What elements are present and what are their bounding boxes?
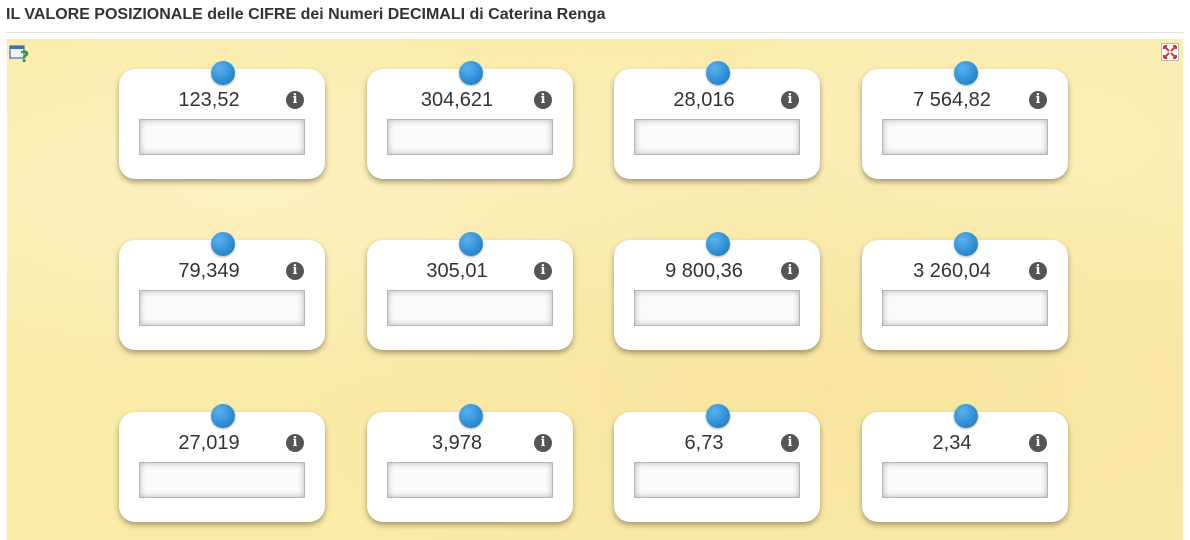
title-segment: dei Numeri: [300, 6, 384, 23]
decimal-number: 123,52: [178, 89, 240, 111]
decimal-number: 305,01: [426, 260, 488, 282]
info-icon[interactable]: i: [1029, 434, 1047, 452]
info-icon[interactable]: i: [781, 91, 799, 109]
info-icon[interactable]: i: [1029, 262, 1047, 280]
answer-input[interactable]: [882, 462, 1048, 498]
number-card: 27,019 i: [119, 404, 325, 522]
answer-input[interactable]: [882, 290, 1048, 326]
answer-input[interactable]: [139, 290, 305, 326]
decimal-number: 6,73: [684, 432, 724, 454]
pin-icon: [706, 61, 730, 85]
answer-input[interactable]: [387, 290, 553, 326]
info-icon[interactable]: i: [1029, 91, 1047, 109]
info-icon[interactable]: i: [781, 262, 799, 280]
decimal-number: 27,019: [178, 432, 240, 454]
pin-icon: [459, 232, 483, 256]
decimal-number: 2,34: [932, 432, 972, 454]
number-card: 7 564,82 i: [862, 61, 1068, 179]
info-icon[interactable]: i: [781, 434, 799, 452]
pin-icon: [954, 232, 978, 256]
title-segment: di Caterina Renga: [469, 6, 606, 23]
number-card: 123,52 i: [119, 61, 325, 179]
decimal-number: 9 800,36: [665, 260, 743, 282]
answer-input[interactable]: [882, 119, 1048, 155]
number-card: 2,34 i: [862, 404, 1068, 522]
help-icon[interactable]: ?: [9, 42, 31, 66]
number-card: 6,73 i: [614, 404, 820, 522]
pin-icon: [706, 232, 730, 256]
title-segment: DECIMALI: [387, 6, 466, 23]
title-divider: [6, 32, 1184, 33]
decimal-number: 3,978: [431, 432, 483, 454]
answer-input[interactable]: [634, 290, 800, 326]
number-card: 3 260,04 i: [862, 232, 1068, 350]
info-icon[interactable]: i: [286, 91, 304, 109]
title-segment: IL VALORE POSIZIONALE: [6, 6, 203, 23]
pin-icon: [211, 404, 235, 428]
answer-input[interactable]: [634, 462, 800, 498]
pin-icon: [211, 61, 235, 85]
pin-icon: [706, 404, 730, 428]
decimal-number: 304,621: [420, 89, 494, 111]
decimal-number: 3 260,04: [913, 260, 991, 282]
title-segment: CIFRE: [248, 6, 297, 23]
page-title: IL VALORE POSIZIONALE delle CIFRE dei Nu…: [6, 6, 606, 24]
info-icon[interactable]: i: [534, 91, 552, 109]
info-icon[interactable]: i: [534, 434, 552, 452]
pin-icon: [954, 61, 978, 85]
answer-input[interactable]: [139, 119, 305, 155]
fullscreen-icon[interactable]: [1161, 43, 1179, 61]
svg-text:?: ?: [20, 47, 29, 64]
number-card: 304,621 i: [367, 61, 573, 179]
answer-input[interactable]: [139, 462, 305, 498]
number-card: 28,016 i: [614, 61, 820, 179]
answer-input[interactable]: [634, 119, 800, 155]
decimal-number: 28,016: [673, 89, 735, 111]
pin-icon: [954, 404, 978, 428]
info-icon[interactable]: i: [534, 262, 552, 280]
exercise-board: ? 123,52 i 304,621 i 28,016 i 7 564,82 i…: [7, 39, 1183, 540]
decimal-number: 79,349: [178, 260, 240, 282]
number-card: 79,349 i: [119, 232, 325, 350]
answer-input[interactable]: [387, 462, 553, 498]
title-segment: delle: [207, 6, 244, 23]
info-icon[interactable]: i: [286, 434, 304, 452]
info-icon[interactable]: i: [286, 262, 304, 280]
number-card: 305,01 i: [367, 232, 573, 350]
answer-input[interactable]: [387, 119, 553, 155]
number-card: 3,978 i: [367, 404, 573, 522]
pin-icon: [459, 61, 483, 85]
decimal-number: 7 564,82: [913, 89, 991, 111]
pin-icon: [211, 232, 235, 256]
number-card: 9 800,36 i: [614, 232, 820, 350]
pin-icon: [459, 404, 483, 428]
